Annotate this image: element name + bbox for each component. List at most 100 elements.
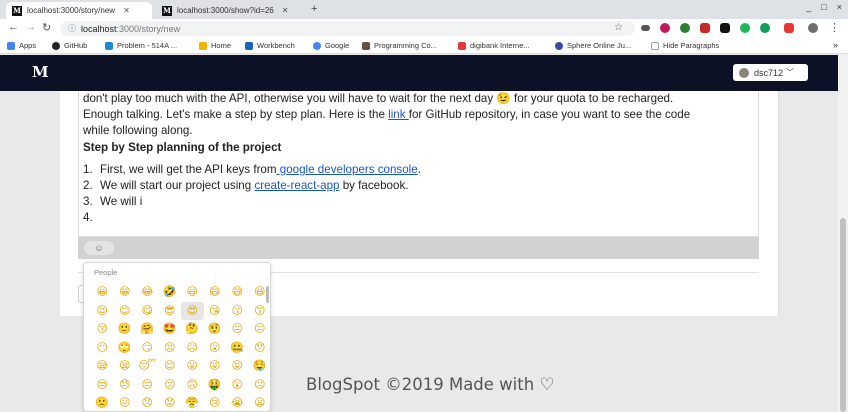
emoji-option[interactable]: 🤨 bbox=[204, 320, 227, 339]
bookmark-google[interactable]: Google bbox=[313, 41, 349, 50]
emoji-option[interactable]: 😓 bbox=[114, 376, 137, 395]
reload-icon[interactable]: ↻ bbox=[42, 21, 51, 34]
emoji-option[interactable]: 😢 bbox=[204, 394, 227, 411]
emoji-option[interactable]: 😯 bbox=[249, 339, 271, 358]
emoji-option[interactable]: 🤤 bbox=[249, 357, 271, 376]
new-tab-button[interactable]: + bbox=[311, 3, 317, 15]
emoji-option[interactable]: 😖 bbox=[114, 394, 137, 411]
emoji-option[interactable]: 😥 bbox=[181, 339, 204, 358]
story-editor[interactable]: don't play too much with the API, otherw… bbox=[78, 91, 759, 237]
close-tab-icon[interactable]: ✕ bbox=[282, 6, 289, 15]
emoji-option[interactable]: 😝 bbox=[226, 357, 249, 376]
emoji-option[interactable]: 😀 bbox=[91, 283, 114, 302]
bookmark-hide-paragraphs[interactable]: Hide Paragraphs bbox=[651, 41, 719, 50]
browser-menu-icon[interactable]: ⋮ bbox=[829, 21, 840, 34]
address-bar[interactable]: ⓘ localhost:3000/story/new bbox=[60, 21, 635, 36]
emoji-option[interactable]: 😎 bbox=[159, 302, 182, 321]
profile-avatar-icon[interactable] bbox=[808, 23, 818, 33]
emoji-option[interactable]: 😘 bbox=[204, 302, 227, 321]
emoji-option[interactable]: 😟 bbox=[159, 394, 182, 411]
emoji-option[interactable]: 😑 bbox=[249, 320, 271, 339]
emoji-option[interactable]: 😛 bbox=[181, 357, 204, 376]
extension-icon[interactable] bbox=[641, 25, 650, 31]
emoji-option[interactable]: 🤣 bbox=[159, 283, 182, 302]
emoji-option[interactable]: 😗 bbox=[226, 302, 249, 321]
emoji-option[interactable]: 😔 bbox=[136, 376, 159, 395]
bookmark-digibank[interactable]: digibank Interne... bbox=[458, 41, 530, 50]
google-console-link[interactable]: google developers console bbox=[277, 163, 418, 176]
github-link[interactable]: link bbox=[388, 108, 409, 121]
bookmark-programming[interactable]: Programming Co... bbox=[362, 41, 437, 50]
user-menu-button[interactable]: dsc712 ﹀ bbox=[733, 64, 808, 81]
emoji-option[interactable]: 😶 bbox=[91, 339, 114, 358]
emoji-option[interactable]: 😒 bbox=[91, 376, 114, 395]
extension-icon[interactable] bbox=[680, 23, 690, 33]
emoji-option[interactable]: 🤔 bbox=[181, 320, 204, 339]
emoji-option[interactable]: ☹ bbox=[249, 376, 271, 395]
bookmark-home[interactable]: Home bbox=[199, 41, 231, 50]
emoji-picker-button[interactable]: ☺ bbox=[84, 241, 114, 255]
bookmark-github[interactable]: GitHub bbox=[52, 41, 87, 50]
bookmark-star-icon[interactable]: ☆ bbox=[614, 22, 623, 33]
emoji-option[interactable]: 😦 bbox=[249, 394, 271, 411]
emoji-option[interactable]: 🤗 bbox=[136, 320, 159, 339]
extension-icon[interactable] bbox=[740, 23, 750, 33]
maximize-icon[interactable]: □ bbox=[821, 2, 826, 12]
tab-show[interactable]: M localhost:3000/show?id=26 ✕ bbox=[156, 2, 304, 19]
info-icon[interactable]: ⓘ bbox=[68, 23, 76, 34]
emoji-option[interactable]: 😊 bbox=[114, 302, 137, 321]
bookmark-workbench[interactable]: Workbench bbox=[245, 41, 295, 50]
emoji-option[interactable]: 😃 bbox=[181, 283, 204, 302]
forward-arrow-icon[interactable]: → bbox=[25, 21, 36, 33]
emoji-option[interactable]: 😮 bbox=[204, 339, 227, 358]
bookmark-apps[interactable]: Apps bbox=[7, 41, 36, 50]
extension-icon[interactable] bbox=[700, 23, 710, 33]
emoji-option[interactable]: 😐 bbox=[226, 320, 249, 339]
emoji-option[interactable]: 😫 bbox=[114, 357, 137, 376]
emoji-option[interactable]: 😅 bbox=[226, 283, 249, 302]
extension-icon[interactable] bbox=[784, 23, 794, 33]
emoji-option[interactable]: 😕 bbox=[159, 376, 182, 395]
tab-story-new[interactable]: M localhost:3000/story/new ✕ bbox=[6, 2, 152, 19]
emoji-option[interactable]: 😋 bbox=[136, 302, 159, 321]
emoji-option[interactable]: 😂 bbox=[136, 283, 159, 302]
emoji-option[interactable]: 😄 bbox=[204, 283, 227, 302]
close-window-icon[interactable]: × bbox=[837, 2, 842, 12]
emoji-option[interactable]: 😲 bbox=[226, 376, 249, 395]
emoji-option[interactable]: 😤 bbox=[181, 394, 204, 411]
emoji-option[interactable]: 😏 bbox=[136, 339, 159, 358]
extension-icon[interactable] bbox=[720, 23, 730, 33]
page-scrollbar[interactable] bbox=[838, 54, 848, 412]
minimize-icon[interactable]: _ bbox=[806, 2, 811, 12]
bookmark-sphere[interactable]: Sphere Online Ju... bbox=[555, 41, 631, 50]
emoji-option[interactable]: 🤩 bbox=[159, 320, 182, 339]
bookmarks-overflow-icon[interactable]: » bbox=[833, 40, 838, 50]
emoji-option[interactable]: 😴 bbox=[136, 357, 159, 376]
emoji-option[interactable]: 🙄 bbox=[114, 339, 137, 358]
close-tab-icon[interactable]: ✕ bbox=[123, 6, 130, 15]
emoji-option[interactable]: 😁 bbox=[114, 283, 137, 302]
emoji-option[interactable]: 😚 bbox=[91, 320, 114, 339]
bookmark-problem[interactable]: Problem - 514A ... bbox=[105, 41, 177, 50]
emoji-option[interactable]: 😌 bbox=[159, 357, 182, 376]
emoji-option[interactable]: 😜 bbox=[204, 357, 227, 376]
emoji-option[interactable]: 🙃 bbox=[181, 376, 204, 395]
emoji-option[interactable]: 🤐 bbox=[226, 339, 249, 358]
emoji-option[interactable]: 😪 bbox=[91, 357, 114, 376]
scrollbar-thumb[interactable] bbox=[840, 218, 846, 412]
emoji-option[interactable]: 😭 bbox=[226, 394, 249, 411]
site-logo[interactable]: M bbox=[32, 63, 49, 81]
emoji-option[interactable]: 🙁 bbox=[91, 394, 114, 411]
back-arrow-icon[interactable]: ← bbox=[8, 21, 19, 33]
picker-scrollbar[interactable] bbox=[266, 286, 269, 303]
emoji-option[interactable]: 😍 bbox=[181, 301, 204, 320]
emoji-option[interactable]: 😞 bbox=[136, 394, 159, 411]
extension-icon[interactable] bbox=[660, 23, 670, 33]
emoji-option[interactable]: 🤑 bbox=[204, 376, 227, 395]
emoji-option[interactable]: 😉 bbox=[91, 302, 114, 321]
extension-icon[interactable] bbox=[760, 23, 770, 33]
emoji-option[interactable]: 🙂 bbox=[114, 320, 137, 339]
emoji-option[interactable]: 😙 bbox=[249, 302, 271, 321]
emoji-option[interactable]: 😣 bbox=[159, 339, 182, 358]
create-react-app-link[interactable]: create-react-app bbox=[254, 179, 339, 192]
